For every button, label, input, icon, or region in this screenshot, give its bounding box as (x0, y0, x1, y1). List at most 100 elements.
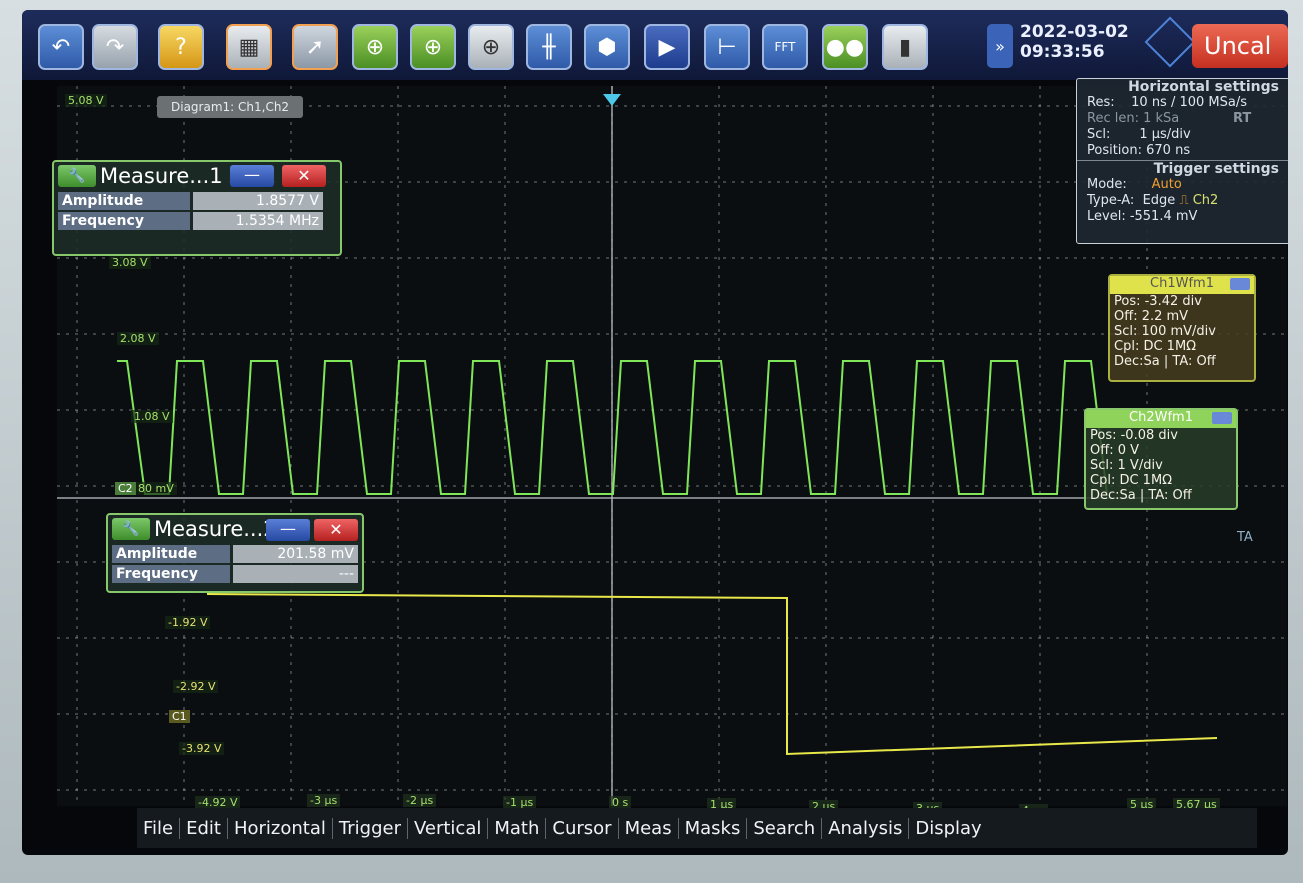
oscilloscope-screen: ↶ ↷ ? ▦ ➚ ⊕ ⊕ ⊕ ╫ ⬢ ▶ ⊢ FFT ●● ▮ » 2022-… (22, 10, 1288, 855)
wfm-line: Dec:Sa | TA: Off (1090, 488, 1192, 503)
histogram-icon[interactable]: ╫ (526, 24, 572, 70)
measure-key: Frequency (58, 212, 190, 230)
measure-header: 🔧 Measure...2 — ✕ (108, 515, 362, 543)
fft-icon[interactable]: FFT (762, 24, 808, 70)
mode-value: Auto (1151, 177, 1182, 192)
wrench-icon[interactable]: 🔧 (112, 518, 150, 540)
menu-vertical[interactable]: Vertical (408, 817, 489, 839)
scl-value: 1 µs/div (1139, 127, 1191, 142)
wfm-line: Cpl: DC 1MΩ (1114, 339, 1197, 354)
cursor-icon[interactable]: ⊢ (704, 24, 750, 70)
measure-row: Amplitude 201.58 mV (112, 545, 358, 563)
y-label-ch1: -2.92 V (173, 680, 219, 693)
menu-trigger[interactable]: Trigger (333, 817, 408, 839)
measure-key: Amplitude (112, 545, 230, 563)
undo-icon[interactable]: ↶ (38, 24, 84, 70)
measure-window-1[interactable]: 🔧 Measure...1 — ✕ Amplitude 1.8577 V Fre… (52, 160, 342, 256)
y-label-ch2: 80 mV (135, 482, 177, 495)
menu-horizontal[interactable]: Horizontal (228, 817, 333, 839)
wfm-line: Scl: 1 V/div (1090, 458, 1163, 473)
measure-title: Measure...1 (100, 164, 223, 188)
menu-meas[interactable]: Meas (619, 817, 679, 839)
measure-circles-icon[interactable]: ●● (822, 24, 868, 70)
mode-row: Mode: Auto (1077, 177, 1288, 193)
ch1-trace (206, 593, 1218, 756)
measure-value: --- (232, 565, 358, 583)
minimize-icon[interactable] (1212, 412, 1232, 424)
wfm-line: Pos: -0.08 div (1090, 428, 1178, 443)
measure-row: Amplitude 1.8577 V (58, 192, 336, 210)
expand-arrow-icon[interactable]: » (987, 24, 1013, 68)
close-button[interactable]: ✕ (282, 165, 326, 187)
wfm-line: Dec:Sa | TA: Off (1114, 354, 1216, 369)
mode-key: Mode: (1087, 177, 1127, 192)
measure-value: 1.5354 MHz (193, 212, 323, 230)
edge-icon: ⎍ (1179, 193, 1189, 208)
menu-analysis[interactable]: Analysis (822, 817, 910, 839)
ch1-waveform-title: Ch1Wfm1 (1110, 276, 1254, 294)
settings-panel[interactable]: Horizontal settings Res: 10 ns / 100 MSa… (1076, 78, 1288, 244)
trigger-position-icon (603, 94, 621, 106)
y-label-ch2: 2.08 V (117, 332, 159, 345)
minimize-icon[interactable] (1230, 278, 1250, 290)
wfm-line: Pos: -3.42 div (1114, 294, 1202, 309)
minimize-button[interactable]: — (230, 165, 274, 187)
close-button[interactable]: ✕ (314, 519, 358, 541)
layout-icon[interactable]: ▦ (226, 24, 272, 70)
measure-header: 🔧 Measure...1 — ✕ (54, 162, 340, 190)
x-label: -2 µs (403, 794, 437, 807)
ch2-waveform-title: Ch2Wfm1 (1086, 410, 1236, 428)
menu-masks[interactable]: Masks (679, 817, 748, 839)
diagram-tab[interactable]: Diagram1: Ch1,Ch2 (157, 96, 304, 118)
menu-cursor[interactable]: Cursor (546, 817, 619, 839)
measure-window-2[interactable]: 🔧 Measure...2 — ✕ Amplitude 201.58 mV Fr… (106, 513, 364, 593)
help-icon[interactable]: ? (158, 24, 204, 70)
res-value: 10 ns / 100 MSa/s (1131, 95, 1248, 110)
measure-title: Measure...2 (154, 517, 277, 541)
measure-value: 201.58 mV (232, 545, 358, 563)
wfm-line: Scl: 100 mV/div (1114, 324, 1216, 339)
measure-value: 1.8577 V (193, 192, 323, 210)
trigger-settings-title: Trigger settings (1077, 160, 1288, 177)
toolbar: ↶ ↷ ? ▦ ➚ ⊕ ⊕ ⊕ ╫ ⬢ ▶ ⊢ FFT ●● ▮ » 2022-… (22, 10, 1288, 80)
minimize-button[interactable]: — (266, 519, 310, 541)
y-label-ch1: -3.92 V (179, 742, 225, 755)
zoom-in-icon[interactable]: ⊕ (410, 24, 456, 70)
position-row: Position: 670 ns (1087, 143, 1191, 158)
type-value: Edge (1142, 193, 1176, 208)
ch1-marker[interactable]: C1 (169, 710, 190, 723)
wfm-line: Cpl: DC 1MΩ (1090, 473, 1173, 488)
measure-row: Frequency --- (112, 565, 358, 583)
menu-display[interactable]: Display (909, 818, 987, 839)
ch2-marker[interactable]: C2 (115, 482, 136, 495)
measure-key: Amplitude (58, 192, 190, 210)
menu-file[interactable]: File (137, 817, 181, 839)
marker-icon[interactable]: ▶ (644, 24, 690, 70)
mask-icon[interactable]: ⬢ (584, 24, 630, 70)
ch1-title-text: Ch1Wfm1 (1150, 276, 1214, 291)
menu-math[interactable]: Math (488, 817, 547, 839)
reclen-text: Rec len: 1 kSa (1087, 111, 1180, 126)
uncal-label: Uncal (1204, 32, 1272, 60)
wrench-icon[interactable]: 🔧 (58, 165, 96, 187)
redo-icon[interactable]: ↷ (92, 24, 138, 70)
x-label: -3 µs (307, 794, 341, 807)
horizontal-settings-title: Horizontal settings (1128, 79, 1279, 95)
zoom-icon[interactable]: ⊕ (352, 24, 398, 70)
rs-logo-icon (1144, 16, 1196, 68)
date-text: 2022-03-02 (1020, 22, 1129, 42)
menu-search[interactable]: Search (747, 817, 823, 839)
delete-icon[interactable]: ▮ (882, 24, 928, 70)
zoom-coverage-icon[interactable]: ⊕ (468, 24, 514, 70)
uncal-button[interactable]: Uncal (1192, 24, 1288, 68)
pointer-icon[interactable]: ➚ (292, 24, 338, 70)
measure-key: Frequency (112, 565, 230, 583)
type-row: Type-A: Edge ⎍ Ch2 (1077, 193, 1288, 209)
res-row: Res: 10 ns / 100 MSa/s (1077, 95, 1288, 111)
y-label-ch2: 1.08 V (131, 410, 173, 423)
ch1-waveform-panel[interactable]: Ch1Wfm1 Pos: -3.42 div Off: 2.2 mV Scl: … (1108, 274, 1256, 382)
ch2-waveform-panel[interactable]: Ch2Wfm1 Pos: -0.08 div Off: 0 V Scl: 1 V… (1084, 408, 1238, 510)
menu-edit[interactable]: Edit (180, 817, 228, 839)
trigger-source: Ch2 (1192, 193, 1219, 208)
ta-tag: TA (1237, 530, 1253, 545)
